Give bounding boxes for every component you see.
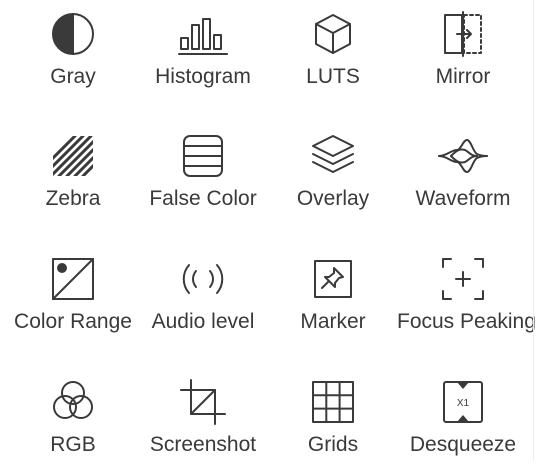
histogram-button[interactable]: Histogram xyxy=(137,8,269,108)
marker-button[interactable]: Marker xyxy=(267,253,399,353)
monitor-tools-grid: Gray Histogram LUTS Mirror Zebra False C… xyxy=(0,0,536,460)
audio-level-label: Audio level xyxy=(151,310,255,333)
waveform-label: Waveform xyxy=(415,187,511,210)
gray-icon xyxy=(47,8,99,60)
desqueeze-label: Desqueeze xyxy=(409,433,517,456)
color-range-button[interactable]: Color Range xyxy=(7,253,139,353)
overlay-layers-icon xyxy=(307,130,359,182)
marker-label: Marker xyxy=(300,310,366,333)
waveform-icon xyxy=(437,130,489,182)
grids-label: Grids xyxy=(307,433,359,456)
color-range-icon xyxy=(47,253,99,305)
luts-label: LUTS xyxy=(306,65,360,88)
rgb-circles-icon xyxy=(47,376,99,428)
screenshot-label: Screenshot xyxy=(149,433,257,456)
gray-label: Gray xyxy=(50,65,96,88)
overlay-button[interactable]: Overlay xyxy=(267,130,399,230)
zebra-stripes-icon xyxy=(47,130,99,182)
histogram-label: Histogram xyxy=(155,65,251,88)
zebra-button[interactable]: Zebra xyxy=(7,130,139,230)
gray-button[interactable]: Gray xyxy=(7,8,139,108)
zebra-label: Zebra xyxy=(45,187,101,210)
focus-peaking-button[interactable]: Focus Peaking xyxy=(397,253,536,353)
marker-pin-icon xyxy=(307,253,359,305)
grids-icon xyxy=(307,376,359,428)
false-color-button[interactable]: False Color xyxy=(137,130,269,230)
right-edge-divider xyxy=(533,0,534,460)
mirror-label: Mirror xyxy=(435,65,491,88)
histogram-icon xyxy=(177,8,229,60)
color-range-label: Color Range xyxy=(14,310,132,333)
rgb-button[interactable]: RGB xyxy=(7,376,139,476)
audio-level-icon xyxy=(177,253,229,305)
waveform-button[interactable]: Waveform xyxy=(397,130,529,230)
mirror-button[interactable]: Mirror xyxy=(397,8,529,108)
false-color-icon xyxy=(177,130,229,182)
focus-peaking-icon xyxy=(437,253,489,305)
luts-cube-icon xyxy=(307,8,359,60)
false-color-label: False Color xyxy=(149,187,257,210)
screenshot-crop-icon xyxy=(177,376,229,428)
desqueeze-icon: X1 xyxy=(437,376,489,428)
luts-button[interactable]: LUTS xyxy=(267,8,399,108)
grids-button[interactable]: Grids xyxy=(267,376,399,476)
desqueeze-badge: X1 xyxy=(457,398,470,409)
desqueeze-button[interactable]: X1 Desqueeze xyxy=(397,376,529,476)
rgb-label: RGB xyxy=(50,433,96,456)
audio-level-button[interactable]: Audio level xyxy=(137,253,269,353)
screenshot-button[interactable]: Screenshot xyxy=(137,376,269,476)
overlay-label: Overlay xyxy=(296,187,370,210)
focus-peaking-label: Focus Peaking xyxy=(397,310,536,333)
mirror-icon xyxy=(437,8,489,60)
